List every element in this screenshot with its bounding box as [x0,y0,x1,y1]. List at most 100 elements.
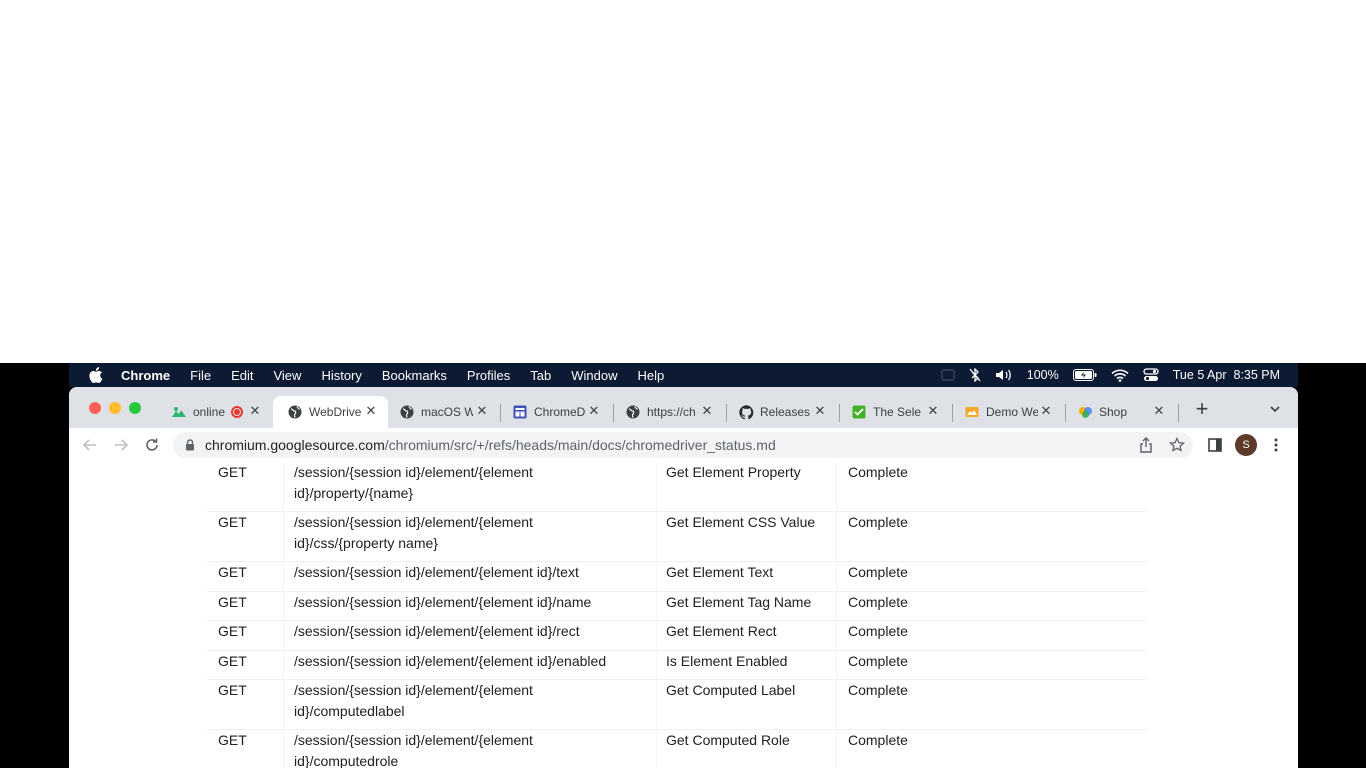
demo-site-icon [964,404,980,420]
status-cell: Complete [848,653,908,669]
tab-close-icon[interactable]: ✕ [364,404,378,418]
tab-close-icon[interactable]: ✕ [926,404,940,418]
battery-icon[interactable] [1072,369,1097,381]
path-line: /session/{session id}/element/{element [294,682,533,698]
menu-profiles[interactable]: Profiles [467,368,510,383]
recording-dot-icon [231,406,244,418]
method-cell: GET [218,623,247,639]
tab-selenium[interactable]: The Sele ✕ [837,396,950,428]
status-cell: Complete [848,732,908,748]
path-line: id}/computedlabel [294,703,405,719]
tab-close-icon[interactable]: ✕ [700,404,714,418]
tab-close-icon[interactable]: ✕ [813,404,827,418]
forward-button[interactable] [112,436,130,454]
tab-title: Releases [760,405,811,419]
command-cell: Is Element Enabled [666,653,788,669]
table-row: GET /session/{session id}/element/{eleme… [207,512,1147,562]
reload-button[interactable] [143,436,161,454]
method-cell: GET [218,653,247,669]
path-line: id}/css/{property name} [294,535,438,551]
tab-releases[interactable]: Releases ✕ [724,396,837,428]
method-cell: GET [218,564,247,580]
selenium-icon [851,404,867,420]
tab-title: Shop [1099,405,1128,419]
profile-initial: S [1242,439,1250,451]
address-bar[interactable]: chromium.googlesource.com/chromium/src/+… [173,432,1193,458]
shop-icon [1077,404,1093,420]
apple-icon[interactable] [89,367,103,383]
tab-title: macOS W [421,405,473,419]
tab-close-icon[interactable]: ✕ [475,404,489,418]
control-center-icon[interactable] [1143,368,1159,382]
menu-history[interactable]: History [321,368,361,383]
menu-help[interactable]: Help [638,368,665,383]
tab-title: online [193,405,226,419]
tab-separator [1178,404,1179,422]
wifi-icon[interactable] [1111,369,1129,382]
mac-menubar: Chrome File Edit View History Bookmarks … [69,363,1298,387]
path-line: id}/computedrole [294,753,399,768]
url-host: chromium.googlesource.com [205,437,385,453]
menu-file[interactable]: File [190,368,211,383]
tab-close-icon[interactable]: ✕ [1039,404,1053,418]
method-cell: GET [218,732,247,748]
bluetooth-off-icon[interactable] [969,368,981,382]
path-cell: /session/{session id}/element/{element id… [294,680,634,722]
tab-online[interactable]: online ✕ [157,396,272,428]
menu-app-name[interactable]: Chrome [121,368,170,383]
globe-icon [625,404,641,420]
new-tab-button[interactable]: + [1192,398,1212,420]
menu-bookmarks[interactable]: Bookmarks [382,368,447,383]
table-row: GET /session/{session id}/element/{eleme… [207,462,1147,512]
menu-view[interactable]: View [273,368,301,383]
share-icon[interactable] [1137,436,1155,454]
more-menu-icon[interactable] [1267,436,1285,454]
lock-icon[interactable] [185,439,195,451]
tab-title: Demo We [986,405,1038,419]
browser-window: online ✕ WebDrive ✕ macOS W ✕ ChromeD ✕ … [69,387,1298,768]
window-zoom-button[interactable] [129,402,141,414]
menu-edit[interactable]: Edit [231,368,253,383]
profile-avatar[interactable]: S [1235,434,1257,456]
status-cell: Complete [848,682,908,698]
tab-title: ChromeD [534,405,586,419]
back-button[interactable] [81,436,99,454]
tab-https[interactable]: https://ch ✕ [611,396,724,428]
command-cell: Get Element Rect [666,623,777,639]
tab-shop[interactable]: Shop ✕ [1063,396,1176,428]
path-cell: /session/{session id}/element/{element i… [294,594,592,610]
path-cell: /session/{session id}/element/{element i… [294,653,607,669]
table-row: GET /session/{session id}/element/{eleme… [207,730,1147,768]
tab-demo[interactable]: Demo We ✕ [950,396,1063,428]
tab-macos[interactable]: macOS W ✕ [385,396,499,428]
bookmark-star-icon[interactable] [1168,436,1186,454]
command-cell: Get Element CSS Value [666,514,816,530]
method-cell: GET [218,682,247,698]
volume-icon[interactable] [995,368,1013,382]
battery-percent: 100% [1026,368,1059,382]
menu-window[interactable]: Window [571,368,617,383]
tab-chromedriver[interactable]: ChromeD ✕ [498,396,611,428]
tab-search-chevron-icon[interactable] [1267,401,1283,417]
window-close-button[interactable] [89,402,101,414]
menu-tab[interactable]: Tab [530,368,551,383]
mac-screen: Chrome File Edit View History Bookmarks … [0,363,1366,768]
tab-close-icon[interactable]: ✕ [587,404,601,418]
screen-record-icon[interactable] [941,369,955,381]
globe-icon [399,404,415,420]
command-cell: Get Element Text [666,564,774,580]
side-panel-icon[interactable] [1206,436,1224,454]
tab-close-icon[interactable]: ✕ [248,404,262,418]
method-cell: GET [218,464,247,480]
browser-toolbar: chromium.googlesource.com/chromium/src/+… [69,428,1298,462]
path-cell: /session/{session id}/element/{element id… [294,462,634,504]
tab-close-icon[interactable]: ✕ [1152,404,1166,418]
tab-webdriver[interactable]: WebDrive ✕ [273,396,388,428]
table-row: GET /session/{session id}/element/{eleme… [207,621,1147,651]
menubar-clock[interactable]: Tue 5 Apr 8:35 PM [1173,368,1280,382]
table-row: GET /session/{session id}/element/{eleme… [207,680,1147,730]
command-cell: Get Computed Role [666,732,790,748]
path-cell: /session/{session id}/element/{element id… [294,730,634,768]
online-recording-icon [171,404,187,420]
window-minimize-button[interactable] [109,402,121,414]
